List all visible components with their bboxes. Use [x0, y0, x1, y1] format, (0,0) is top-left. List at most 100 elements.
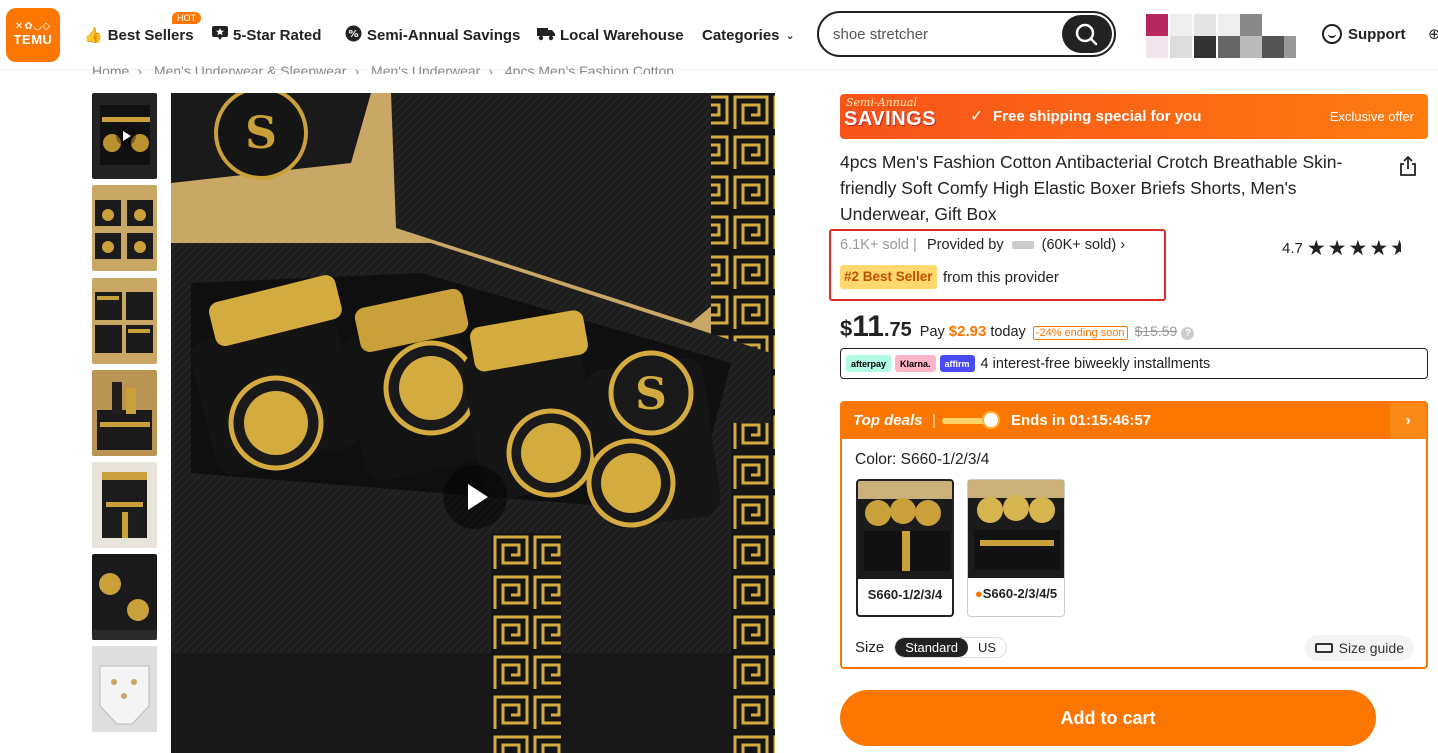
- rating-value: 4.7: [1282, 240, 1303, 257]
- deal-countdown: Ends in 01:15:46:57: [1011, 412, 1152, 429]
- pay-label: Pay: [919, 324, 945, 340]
- timer-icon: [982, 411, 1000, 429]
- info-icon[interactable]: ?: [1181, 327, 1195, 340]
- search-button[interactable]: [1062, 15, 1112, 53]
- discount-badge: -24% ending soon: [1032, 326, 1128, 340]
- provider-link[interactable]: Provided by (60K+ sold) ›: [927, 237, 1125, 253]
- rating-stars-icon: ★★★★★: [1306, 237, 1401, 260]
- size-guide-label: Size guide: [1338, 640, 1404, 656]
- search-bar: [817, 11, 1116, 57]
- account-avatar-blurred[interactable]: [1146, 14, 1296, 58]
- ruler-icon: [1314, 643, 1333, 653]
- support-smile-icon: [1322, 24, 1342, 44]
- breadcrumb-item[interactable]: Men's Underwear & Sleepwear: [154, 63, 347, 74]
- thumbnail-image[interactable]: [92, 554, 157, 640]
- chevron-right-icon[interactable]: ›: [1390, 403, 1426, 439]
- pay-amount: $2.93: [948, 323, 987, 340]
- from-provider-text: from this provider: [943, 269, 1059, 286]
- variant-image: [858, 481, 952, 579]
- promo-message: Free shipping special for you: [993, 108, 1202, 125]
- nav-five-star-rated[interactable]: 5-Star Rated: [212, 24, 321, 46]
- breadcrumb-separator: ›: [137, 63, 143, 74]
- size-option-us[interactable]: US: [968, 638, 1006, 657]
- size-label: Size: [855, 639, 885, 656]
- original-price: $15.59: [1134, 323, 1178, 339]
- support-link[interactable]: Support: [1322, 24, 1406, 44]
- checkmark-icon: ✓: [970, 108, 984, 125]
- star-rating-icon: [212, 26, 228, 44]
- pay-today: today: [990, 324, 1026, 340]
- hot-badge: HOT: [172, 12, 201, 24]
- product-title: 4pcs Men's Fashion Cotton Antibacterial …: [840, 152, 1343, 224]
- search-icon: [1075, 23, 1098, 46]
- installments-text: 4 interest-free biweekly installments: [980, 355, 1211, 372]
- price-cents: .75: [883, 319, 912, 341]
- thumbs-up-icon: 👍: [84, 27, 103, 44]
- percent-badge-icon: %: [345, 25, 362, 46]
- chevron-down-icon: ⌄: [785, 29, 795, 42]
- breadcrumb: Home › Men's Underwear & Sleepwear › Men's…: [92, 60, 690, 74]
- header-divider: |: [932, 412, 936, 429]
- thumbnail-image[interactable]: [92, 646, 157, 732]
- nav-local-warehouse[interactable]: Local Warehouse: [537, 24, 684, 46]
- size-system-toggle: Standard US: [894, 637, 1008, 658]
- nav-semi-annual-label: Semi-Annual Savings: [367, 26, 521, 44]
- thumbnail-image[interactable]: [92, 462, 157, 548]
- breadcrumb-separator: ›: [354, 63, 360, 74]
- truck-icon: [537, 26, 555, 45]
- svg-text:%: %: [348, 29, 358, 40]
- promo-banner: Semi-Annual SAVINGS ✓ Free shipping spec…: [840, 94, 1428, 139]
- provider-logo: [1011, 241, 1034, 250]
- promo-badge-line2: SAVINGS: [844, 108, 937, 130]
- flame-icon: ●: [974, 586, 983, 601]
- afterpay-logo: afterpay: [846, 355, 892, 372]
- nav-best-sellers-label: Best Sellers: [107, 26, 194, 44]
- top-deals-header[interactable]: Top deals | Ends in 01:15:46:57 ›: [842, 403, 1426, 439]
- breadcrumb-item[interactable]: Men's Underwear: [371, 63, 480, 74]
- breadcrumb-item[interactable]: Home: [92, 63, 129, 74]
- installments-banner[interactable]: afterpay Klarna. affirm 4 interest-free …: [840, 348, 1428, 379]
- share-icon[interactable]: [1397, 155, 1419, 177]
- logo-text: TEMU: [13, 32, 53, 47]
- klarna-logo: Klarna.: [895, 355, 936, 372]
- globe-icon[interactable]: ⊕: [1428, 25, 1438, 43]
- breadcrumb-item-current: 4pcs Men's Fashion Cotton ...: [504, 63, 690, 74]
- main-product-image[interactable]: S S: [171, 93, 775, 753]
- sold-count: 6.1K+ sold |: [840, 237, 917, 253]
- provider-sold: (60K+ sold): [1041, 237, 1117, 253]
- search-input[interactable]: [833, 23, 1053, 45]
- logo-glyphs: ✕✿◡◇: [14, 21, 52, 32]
- temu-logo[interactable]: ✕✿◡◇ TEMU: [6, 8, 60, 62]
- thumbnail-video[interactable]: [92, 93, 157, 179]
- play-video-icon[interactable]: [443, 465, 507, 529]
- top-deals-label: Top deals: [853, 412, 923, 429]
- price-currency: $: [840, 316, 853, 341]
- add-to-cart-button[interactable]: Add to cart: [840, 690, 1376, 746]
- nav-five-star-label: 5-Star Rated: [233, 26, 322, 44]
- color-label: Color: S660-1/2/3/4: [855, 451, 990, 468]
- top-deals-panel: Top deals | Ends in 01:15:46:57 › Color:…: [840, 401, 1428, 669]
- exclusive-offer-label: Exclusive offer: [1329, 109, 1414, 124]
- product-rating[interactable]: 4.7 ★★★★★: [1282, 236, 1401, 261]
- nav-semi-annual-savings[interactable]: % Semi-Annual Savings: [345, 24, 520, 46]
- provided-by-label: Provided by: [927, 237, 1004, 253]
- affirm-logo: affirm: [939, 355, 975, 372]
- color-variant-option[interactable]: S660-1/2/3/4: [856, 479, 954, 617]
- size-guide-button[interactable]: Size guide: [1304, 635, 1414, 661]
- size-row: Size Standard US: [855, 637, 1008, 658]
- nav-best-sellers[interactable]: 👍 Best Sellers: [84, 24, 194, 46]
- thumbnail-image[interactable]: [92, 278, 157, 364]
- support-label: Support: [1348, 25, 1406, 43]
- nav-local-warehouse-label: Local Warehouse: [560, 26, 684, 44]
- size-option-standard[interactable]: Standard: [895, 638, 968, 657]
- price-row: $ 11 .75 Pay $2.93 today -24% ending soo…: [840, 310, 1195, 344]
- breadcrumb-separator: ›: [488, 63, 493, 74]
- nav-categories[interactable]: Categories ⌄: [702, 24, 795, 46]
- thumbnail-image[interactable]: [92, 185, 157, 271]
- color-variant-option[interactable]: ●S660-2/3/4/5: [967, 479, 1065, 617]
- thumbnail-image[interactable]: [92, 370, 157, 456]
- svg-text:S: S: [635, 369, 667, 420]
- price-dollars: 11: [852, 310, 884, 343]
- nav-categories-label: Categories: [702, 26, 780, 44]
- variant-label: ●S660-2/3/4/5: [968, 578, 1064, 602]
